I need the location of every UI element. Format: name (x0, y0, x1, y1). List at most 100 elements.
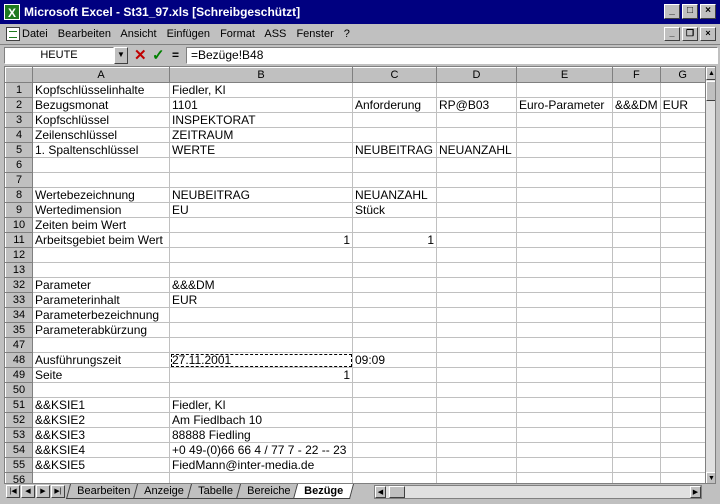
cell-f4[interactable] (612, 127, 661, 143)
cell-c8[interactable]: NEUANZAHL (352, 187, 437, 203)
row-header[interactable]: 35 (5, 322, 33, 338)
cell-b11[interactable]: 1 (169, 232, 353, 248)
cell-a33[interactable]: Parameterinhalt (32, 292, 170, 308)
checkmark-icon[interactable]: ✓ (152, 46, 165, 64)
row-header[interactable]: 48 (5, 352, 33, 368)
row-header[interactable]: 51 (5, 397, 33, 413)
cell-g56[interactable] (659, 472, 706, 483)
cell-e5[interactable] (516, 142, 613, 158)
cell-a10[interactable]: Zeiten beim Wert (32, 217, 170, 233)
cell-g33[interactable] (659, 292, 706, 308)
cell-e54[interactable] (516, 442, 613, 458)
cell-a13[interactable] (32, 262, 170, 278)
scroll-thumb[interactable] (706, 81, 715, 101)
cell-e48[interactable] (516, 352, 613, 368)
minimize-icon[interactable]: _ (664, 4, 680, 19)
cell-d4[interactable] (436, 127, 517, 143)
cell-c3[interactable] (352, 112, 437, 128)
vertical-scrollbar[interactable]: ▲ ▼ (705, 67, 715, 483)
cell-a52[interactable]: &&KSIE2 (32, 412, 170, 428)
cell-a47[interactable] (32, 337, 170, 353)
cell-f3[interactable] (612, 112, 661, 128)
cell-e7[interactable] (516, 172, 613, 188)
cell-f50[interactable] (612, 382, 661, 398)
cell-e12[interactable] (516, 247, 613, 263)
cell-e52[interactable] (516, 412, 613, 428)
cell-b6[interactable] (169, 157, 353, 173)
cell-a53[interactable]: &&KSIE3 (32, 427, 170, 443)
cell-a4[interactable]: Zeilenschlüssel (32, 127, 170, 143)
cell-g4[interactable] (659, 127, 706, 143)
doc-restore-icon[interactable]: ❐ (682, 27, 698, 41)
menu-datei[interactable]: Datei (22, 28, 48, 40)
cell-d33[interactable] (436, 292, 517, 308)
column-header-a[interactable]: A (32, 67, 170, 83)
cell-b3[interactable]: INSPEKTORAT (169, 112, 353, 128)
cell-b5[interactable]: WERTE (169, 142, 353, 158)
cell-g32[interactable] (659, 277, 706, 293)
cell-b12[interactable] (169, 247, 353, 263)
row-header[interactable]: 12 (5, 247, 33, 263)
row-header[interactable]: 47 (5, 337, 33, 353)
cell-d52[interactable] (436, 412, 517, 428)
row-header[interactable]: 5 (5, 142, 33, 158)
cell-d47[interactable] (436, 337, 517, 353)
cell-b53[interactable]: 88888 Fiedling (169, 427, 353, 443)
row-header[interactable]: 6 (5, 157, 33, 173)
cell-d34[interactable] (436, 307, 517, 323)
cell-g10[interactable] (659, 217, 706, 233)
doc-close-icon[interactable]: × (700, 27, 716, 41)
row-header[interactable]: 13 (5, 262, 33, 278)
cell-a34[interactable]: Parameterbezeichnung (32, 307, 170, 323)
cell-g54[interactable] (659, 442, 706, 458)
maximize-icon[interactable]: □ (682, 4, 698, 19)
cell-a51[interactable]: &&KSIE1 (32, 397, 170, 413)
next-sheet-icon[interactable]: ▶ (36, 485, 50, 498)
cell-a8[interactable]: Wertebezeichnung (32, 187, 170, 203)
cell-f35[interactable] (612, 322, 661, 338)
row-header[interactable]: 2 (5, 97, 33, 113)
cell-c48[interactable]: 09:09 (352, 352, 437, 368)
cell-c2[interactable]: Anforderung (352, 97, 437, 113)
menu-ansicht[interactable]: Ansicht (120, 28, 156, 40)
column-header-b[interactable]: B (169, 67, 353, 83)
cell-b8[interactable]: NEUBEITRAG (169, 187, 353, 203)
row-header[interactable]: 55 (5, 457, 33, 473)
cell-g3[interactable] (659, 112, 706, 128)
cell-f48[interactable] (612, 352, 661, 368)
cell-f47[interactable] (612, 337, 661, 353)
cell-f10[interactable] (612, 217, 661, 233)
cell-f32[interactable] (612, 277, 661, 293)
cell-d2[interactable]: RP@B03 (436, 97, 517, 113)
cell-g35[interactable] (659, 322, 706, 338)
cell-g12[interactable] (659, 247, 706, 263)
cell-d11[interactable] (436, 232, 517, 248)
cell-d12[interactable] (436, 247, 517, 263)
cell-a3[interactable]: Kopfschlüssel (32, 112, 170, 128)
sheet-tab-anzeige[interactable]: Anzeige (133, 484, 195, 499)
cell-f33[interactable] (612, 292, 661, 308)
cell-g13[interactable] (659, 262, 706, 278)
row-header[interactable]: 3 (5, 112, 33, 128)
cell-c13[interactable] (352, 262, 437, 278)
cell-b2[interactable]: 1101 (169, 97, 353, 113)
cell-b13[interactable] (169, 262, 353, 278)
cell-b9[interactable]: EU (169, 202, 353, 218)
row-header[interactable]: 54 (5, 442, 33, 458)
cell-b35[interactable] (169, 322, 353, 338)
cell-e53[interactable] (516, 427, 613, 443)
select-all-corner[interactable] (5, 67, 33, 83)
cell-c7[interactable] (352, 172, 437, 188)
cell-g8[interactable] (659, 187, 706, 203)
cell-e8[interactable] (516, 187, 613, 203)
cell-c34[interactable] (352, 307, 437, 323)
cell-g48[interactable] (659, 352, 706, 368)
cell-d32[interactable] (436, 277, 517, 293)
cell-c35[interactable] (352, 322, 437, 338)
row-header[interactable]: 1 (5, 82, 33, 98)
row-header[interactable]: 8 (5, 187, 33, 203)
cell-d13[interactable] (436, 262, 517, 278)
row-header[interactable]: 7 (5, 172, 33, 188)
cell-a35[interactable]: Parameterabkürzung (32, 322, 170, 338)
cell-c55[interactable] (352, 457, 437, 473)
